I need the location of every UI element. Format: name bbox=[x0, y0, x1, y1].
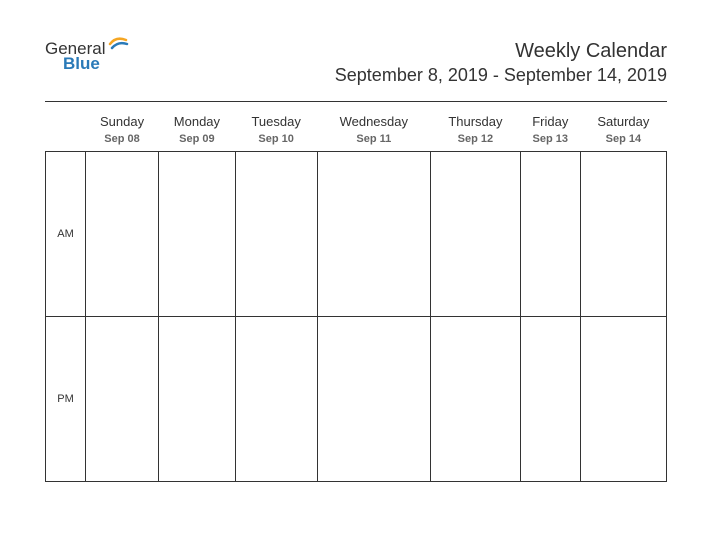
weekly-calendar-table: Sunday Monday Tuesday Wednesday Thursday… bbox=[45, 110, 667, 482]
calendar-cell bbox=[520, 152, 580, 317]
date-range: September 8, 2019 - September 14, 2019 bbox=[335, 65, 667, 86]
brand-logo: General Blue bbox=[45, 40, 130, 72]
logo-text-blue: Blue bbox=[63, 55, 105, 72]
calendar-cell bbox=[431, 317, 521, 482]
day-header-wednesday: Wednesday bbox=[317, 110, 430, 133]
calendar-cell bbox=[235, 317, 317, 482]
title-block: Weekly Calendar September 8, 2019 - Sept… bbox=[335, 40, 667, 86]
day-date: Sep 09 bbox=[159, 133, 236, 152]
calendar-cell bbox=[317, 317, 430, 482]
time-period-am: AM bbox=[46, 152, 86, 317]
day-date: Sep 11 bbox=[317, 133, 430, 152]
day-header-friday: Friday bbox=[520, 110, 580, 133]
calendar-cell bbox=[86, 152, 159, 317]
calendar-cell bbox=[86, 317, 159, 482]
calendar-cell bbox=[580, 317, 666, 482]
page-title: Weekly Calendar bbox=[335, 40, 667, 63]
calendar-cell bbox=[159, 152, 236, 317]
day-date: Sep 14 bbox=[580, 133, 666, 152]
logo-swoosh-icon bbox=[108, 30, 130, 57]
header-divider bbox=[45, 101, 667, 102]
calendar-cell bbox=[317, 152, 430, 317]
day-date: Sep 10 bbox=[235, 133, 317, 152]
day-date: Sep 13 bbox=[520, 133, 580, 152]
day-header-monday: Monday bbox=[159, 110, 236, 133]
day-header-sunday: Sunday bbox=[86, 110, 159, 133]
calendar-cell bbox=[235, 152, 317, 317]
day-header-tuesday: Tuesday bbox=[235, 110, 317, 133]
calendar-cell bbox=[431, 152, 521, 317]
calendar-cell bbox=[159, 317, 236, 482]
calendar-cell bbox=[580, 152, 666, 317]
calendar-cell bbox=[520, 317, 580, 482]
day-header-saturday: Saturday bbox=[580, 110, 666, 133]
time-period-pm: PM bbox=[46, 317, 86, 482]
header: General Blue Weekly Calendar September 8… bbox=[45, 40, 667, 86]
day-date: Sep 08 bbox=[86, 133, 159, 152]
day-date: Sep 12 bbox=[431, 133, 521, 152]
day-header-thursday: Thursday bbox=[431, 110, 521, 133]
